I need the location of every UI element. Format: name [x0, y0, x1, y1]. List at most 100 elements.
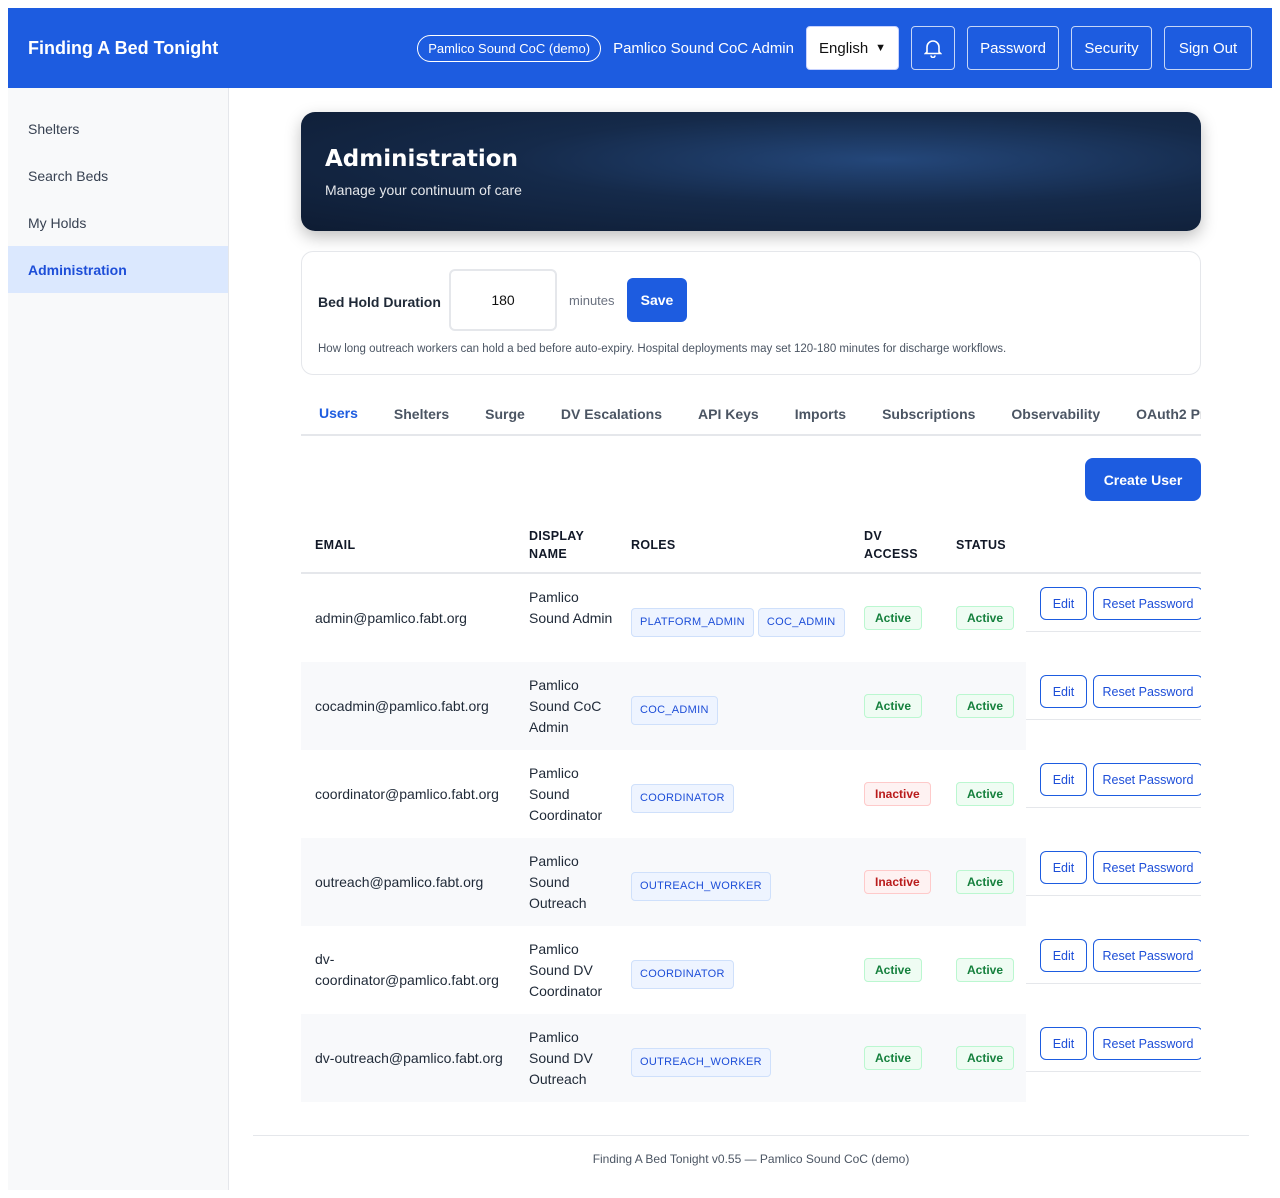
edit-button[interactable]: Edit — [1040, 675, 1087, 708]
status-badge: Active — [956, 1046, 1015, 1070]
user-label: Pamlico Sound CoC Admin — [613, 39, 794, 57]
email-cell: cocadmin@pamlico.fabt.org — [315, 698, 489, 714]
chevron-down-icon: ▼ — [875, 42, 886, 54]
security-button[interactable]: Security — [1071, 26, 1152, 70]
display-name-cell: Pamlico Sound Admin — [529, 589, 613, 626]
column-header-email: EMAIL — [315, 538, 356, 552]
dv-access-badge: Active — [864, 606, 923, 630]
status-badge: Active — [956, 870, 1015, 894]
users-table: EMAIL DISPLAY NAME ROLES DV ACCESS STATU… — [301, 517, 1201, 1102]
role-badge: COORDINATOR — [631, 960, 734, 989]
dv-access-cell: Active — [864, 958, 923, 982]
status-cell: Active — [956, 870, 1015, 894]
email-cell: dv-outreach@pamlico.fabt.org — [315, 1050, 503, 1066]
table-row: outreach@pamlico.fabt.org Pamlico Sound O… — [301, 838, 1201, 926]
row-actions: Edit Reset Password — [1026, 750, 1201, 808]
row-actions: Edit Reset Password — [1026, 1014, 1201, 1072]
create-user-button[interactable]: Create User — [1085, 458, 1201, 501]
status-cell: Active — [956, 1046, 1015, 1070]
table-row: dv-outreach@pamlico.fabt.org Pamlico Soun… — [301, 1014, 1201, 1102]
roles-cell: COORDINATOR — [631, 784, 734, 813]
dv-access-badge: Active — [864, 694, 923, 718]
column-header-roles: ROLES — [631, 538, 676, 552]
dv-access-cell: Active — [864, 694, 923, 718]
display-name-cell: Pamlico Sound CoC Admin — [529, 677, 602, 735]
role-badge: COORDINATOR — [631, 784, 734, 813]
table-row: dv-coordinator@pamlico.fabt.org Pamlico S… — [301, 926, 1201, 1014]
tab-dv-escalations[interactable]: DV Escalations — [543, 392, 680, 434]
reset-password-button[interactable]: Reset Password — [1093, 675, 1201, 708]
edit-button[interactable]: Edit — [1040, 851, 1087, 884]
edit-button[interactable]: Edit — [1040, 587, 1087, 620]
row-actions: Edit Reset Password — [1026, 574, 1201, 632]
hero-banner: Administration Manage your continuum of … — [301, 112, 1201, 231]
language-select[interactable]: English ▼ — [806, 26, 899, 70]
table-row: cocadmin@pamlico.fabt.org Pamlico Sound C… — [301, 662, 1201, 750]
email-cell: dv-coordinator@pamlico.fabt.org — [315, 951, 499, 988]
role-badge: PLATFORM_ADMIN — [631, 608, 754, 637]
reset-password-button[interactable]: Reset Password — [1093, 587, 1201, 620]
dv-access-cell: Inactive — [864, 782, 931, 806]
reset-password-button[interactable]: Reset Password — [1093, 939, 1201, 972]
dv-access-badge: Inactive — [864, 870, 931, 894]
sidebar-item-search-beds[interactable]: Search Beds — [8, 152, 228, 199]
tab-subscriptions[interactable]: Subscriptions — [864, 392, 993, 434]
edit-button[interactable]: Edit — [1040, 1027, 1087, 1060]
page-title: Administration — [325, 146, 518, 172]
reset-password-button[interactable]: Reset Password — [1093, 1027, 1201, 1060]
display-name-cell: Pamlico Sound Coordinator — [529, 765, 603, 823]
email-cell: coordinator@pamlico.fabt.org — [315, 786, 499, 802]
tab-users[interactable]: Users — [301, 392, 376, 434]
bell-icon — [924, 40, 942, 58]
roles-cell: OUTREACH_WORKER — [631, 872, 771, 901]
roles-cell: COORDINATOR — [631, 960, 734, 989]
row-actions: Edit Reset Password — [1026, 662, 1201, 720]
edit-button[interactable]: Edit — [1040, 763, 1087, 796]
edit-button[interactable]: Edit — [1040, 939, 1087, 972]
bed-hold-save-button[interactable]: Save — [627, 278, 687, 322]
tab-surge[interactable]: Surge — [467, 392, 543, 434]
bed-hold-unit: minutes — [569, 293, 615, 308]
main-content: Administration Manage your continuum of … — [229, 88, 1272, 1190]
bed-hold-help: How long outreach workers can hold a bed… — [318, 343, 1007, 355]
role-badge: OUTREACH_WORKER — [631, 1048, 771, 1077]
tab-api-keys[interactable]: API Keys — [680, 392, 777, 434]
sign-out-button[interactable]: Sign Out — [1164, 26, 1252, 70]
roles-cell: PLATFORM_ADMIN COC_ADMIN — [631, 608, 845, 637]
row-actions: Edit Reset Password — [1026, 926, 1201, 984]
role-badge: OUTREACH_WORKER — [631, 872, 771, 901]
display-name-cell: Pamlico Sound DV Coordinator — [529, 941, 603, 999]
password-button[interactable]: Password — [967, 26, 1059, 70]
reset-password-button[interactable]: Reset Password — [1093, 763, 1201, 796]
bed-hold-label: Bed Hold Duration — [318, 294, 441, 310]
display-name-cell: Pamlico Sound DV Outreach — [529, 1029, 593, 1087]
notifications-button[interactable] — [911, 26, 955, 70]
sidebar-item-administration[interactable]: Administration — [8, 246, 228, 293]
roles-cell: COC_ADMIN — [631, 696, 718, 725]
status-badge: Active — [956, 958, 1015, 982]
table-header: EMAIL DISPLAY NAME ROLES DV ACCESS STATU… — [301, 517, 1201, 574]
status-cell: Active — [956, 606, 1015, 630]
app-title: Finding A Bed Tonight — [28, 37, 219, 58]
sidebar-item-my-holds[interactable]: My Holds — [8, 199, 228, 246]
tab-observability[interactable]: Observability — [993, 392, 1118, 434]
display-name-cell: Pamlico Sound Outreach — [529, 853, 587, 911]
dv-access-badge: Active — [864, 1046, 923, 1070]
roles-cell: OUTREACH_WORKER — [631, 1048, 771, 1077]
reset-password-button[interactable]: Reset Password — [1093, 851, 1201, 884]
email-cell: admin@pamlico.fabt.org — [315, 610, 467, 626]
tab-imports[interactable]: Imports — [777, 392, 864, 434]
dv-access-cell: Active — [864, 1046, 923, 1070]
status-badge: Active — [956, 694, 1015, 718]
language-value: English — [819, 39, 869, 57]
tab-oauth2-provider[interactable]: OAuth2 Provider — [1118, 392, 1201, 434]
tab-shelters[interactable]: Shelters — [376, 392, 467, 434]
bed-hold-input[interactable]: 180 — [449, 269, 557, 331]
role-badge: COC_ADMIN — [631, 696, 718, 725]
column-header-display-name: DISPLAY NAME — [529, 529, 584, 561]
row-actions: Edit Reset Password — [1026, 838, 1201, 896]
admin-tabs: Users Shelters Surge DV Escalations API … — [301, 392, 1201, 436]
dv-access-badge: Active — [864, 958, 923, 982]
sidebar-item-shelters[interactable]: Shelters — [8, 105, 228, 152]
status-badge: Active — [956, 606, 1015, 630]
